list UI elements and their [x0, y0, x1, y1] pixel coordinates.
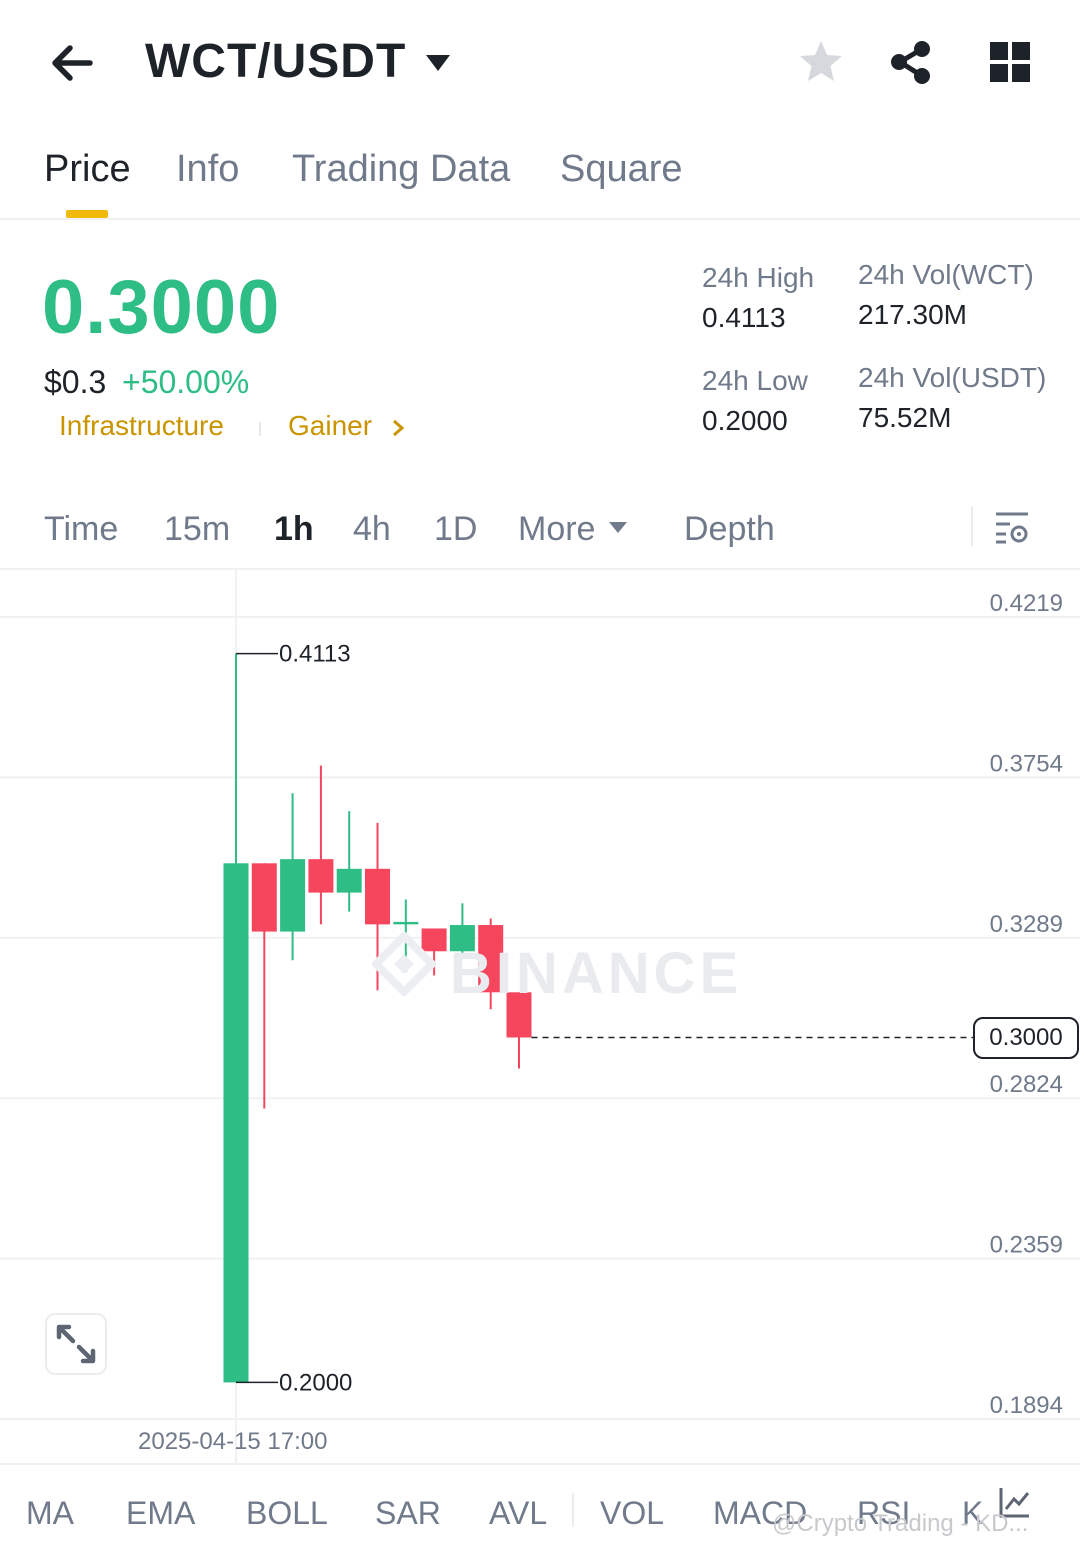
- binance-watermark-logo: [372, 932, 436, 996]
- indicator-divider: [572, 1493, 574, 1527]
- share-icon[interactable]: [886, 38, 936, 88]
- interval-1h[interactable]: 1h: [274, 510, 314, 549]
- tag-infrastructure[interactable]: Infrastructure: [59, 410, 224, 442]
- chart-canvas[interactable]: 0.4219 0.3754 0.3289 0.2824 0.2359 0.1894 0.41…: [0, 570, 1080, 1463]
- interval-15m[interactable]: 15m: [164, 510, 230, 549]
- chart-settings-icon[interactable]: [992, 508, 1032, 548]
- star-icon[interactable]: [797, 38, 845, 86]
- price-change-percent: +50.00%: [122, 364, 250, 400]
- indicator-ema[interactable]: EMA: [126, 1495, 195, 1532]
- active-tab-indicator: [66, 210, 108, 218]
- watermark-credit: @Crypto Trading - KD...: [772, 1510, 1029, 1537]
- caret-down-icon[interactable]: [424, 52, 452, 74]
- candle-body: [308, 859, 334, 893]
- top-bar: WCT/USDT: [0, 0, 1080, 125]
- chevron-right-icon[interactable]: [390, 418, 406, 438]
- more-caret-icon[interactable]: [608, 520, 628, 534]
- interval-divider: [971, 506, 973, 546]
- stat-24h-low-value: 0.2000: [702, 405, 788, 436]
- candle-body: [251, 863, 277, 932]
- stat-24h-vol-quote-value: 75.52M: [858, 402, 952, 433]
- indicator-avl[interactable]: AVL: [489, 1495, 547, 1532]
- tab-info[interactable]: Info: [176, 148, 239, 191]
- y-axis-tick-label: 0.3754: [990, 750, 1063, 777]
- candle-body: [393, 921, 419, 925]
- last-price-marker: 0.3000: [973, 1017, 1079, 1059]
- stat-24h-vol-base-label: 24h Vol(WCT): [858, 259, 1034, 290]
- tab-price[interactable]: Price: [44, 148, 131, 191]
- interval-bar: Time 15m 1h 4h 1D More Depth: [0, 490, 1080, 570]
- tab-trading-data[interactable]: Trading Data: [292, 148, 510, 191]
- stat-24h-vol-quote-label: 24h Vol(USDT): [858, 362, 1047, 393]
- tag-divider: [259, 422, 261, 436]
- x-axis-date-label: 2025-04-15 17:00: [138, 1428, 328, 1455]
- y-axis-tick-label: 0.4219: [990, 590, 1063, 617]
- y-axis-tick-label: 0.2824: [990, 1071, 1063, 1098]
- indicator-boll[interactable]: BOLL: [246, 1495, 328, 1532]
- interval-4h[interactable]: 4h: [353, 510, 391, 549]
- candle-body: [336, 868, 362, 893]
- stat-24h-vol-base-value: 217.30M: [858, 299, 967, 330]
- stat-24h-high-value: 0.4113: [702, 302, 786, 333]
- expand-icon: [56, 1324, 96, 1364]
- grid-icon[interactable]: [988, 40, 1032, 84]
- candlestick-chart[interactable]: 0.4219 0.3754 0.3289 0.2824 0.2359 0.1894 0.41…: [0, 570, 1080, 1463]
- tab-square[interactable]: Square: [560, 148, 683, 191]
- indicator-sar[interactable]: SAR: [375, 1495, 441, 1532]
- trading-pair-title[interactable]: WCT/USDT: [145, 34, 406, 89]
- tag-gainer[interactable]: Gainer: [288, 410, 372, 442]
- interval-depth[interactable]: Depth: [684, 510, 775, 549]
- y-axis-tick-label: 0.1894: [990, 1392, 1063, 1419]
- interval-1d[interactable]: 1D: [434, 510, 477, 549]
- interval-more[interactable]: More: [518, 510, 595, 549]
- y-axis-tick-label: 0.2359: [990, 1232, 1063, 1259]
- watermark-text: BINANCE: [450, 941, 743, 1006]
- stat-24h-high-label: 24h High: [702, 262, 815, 293]
- interval-time[interactable]: Time: [44, 510, 118, 549]
- y-axis-tick-label: 0.3289: [990, 911, 1063, 938]
- low-marker-label: 0.2000: [279, 1369, 352, 1396]
- back-arrow-icon[interactable]: [44, 36, 100, 92]
- stat-24h-low-label: 24h Low: [702, 365, 808, 396]
- expand-chart-button[interactable]: [45, 1313, 107, 1375]
- candle-body: [223, 863, 249, 1383]
- candle-body: [280, 859, 306, 932]
- high-marker-label: 0.4113: [279, 641, 351, 668]
- indicator-ma[interactable]: MA: [26, 1495, 74, 1532]
- usd-price: $0.3: [44, 364, 107, 400]
- last-price: 0.3000: [42, 265, 281, 350]
- candle-body: [365, 868, 390, 925]
- indicator-vol[interactable]: VOL: [600, 1495, 664, 1532]
- tab-bar: Price Info Trading Data Square: [0, 130, 1080, 220]
